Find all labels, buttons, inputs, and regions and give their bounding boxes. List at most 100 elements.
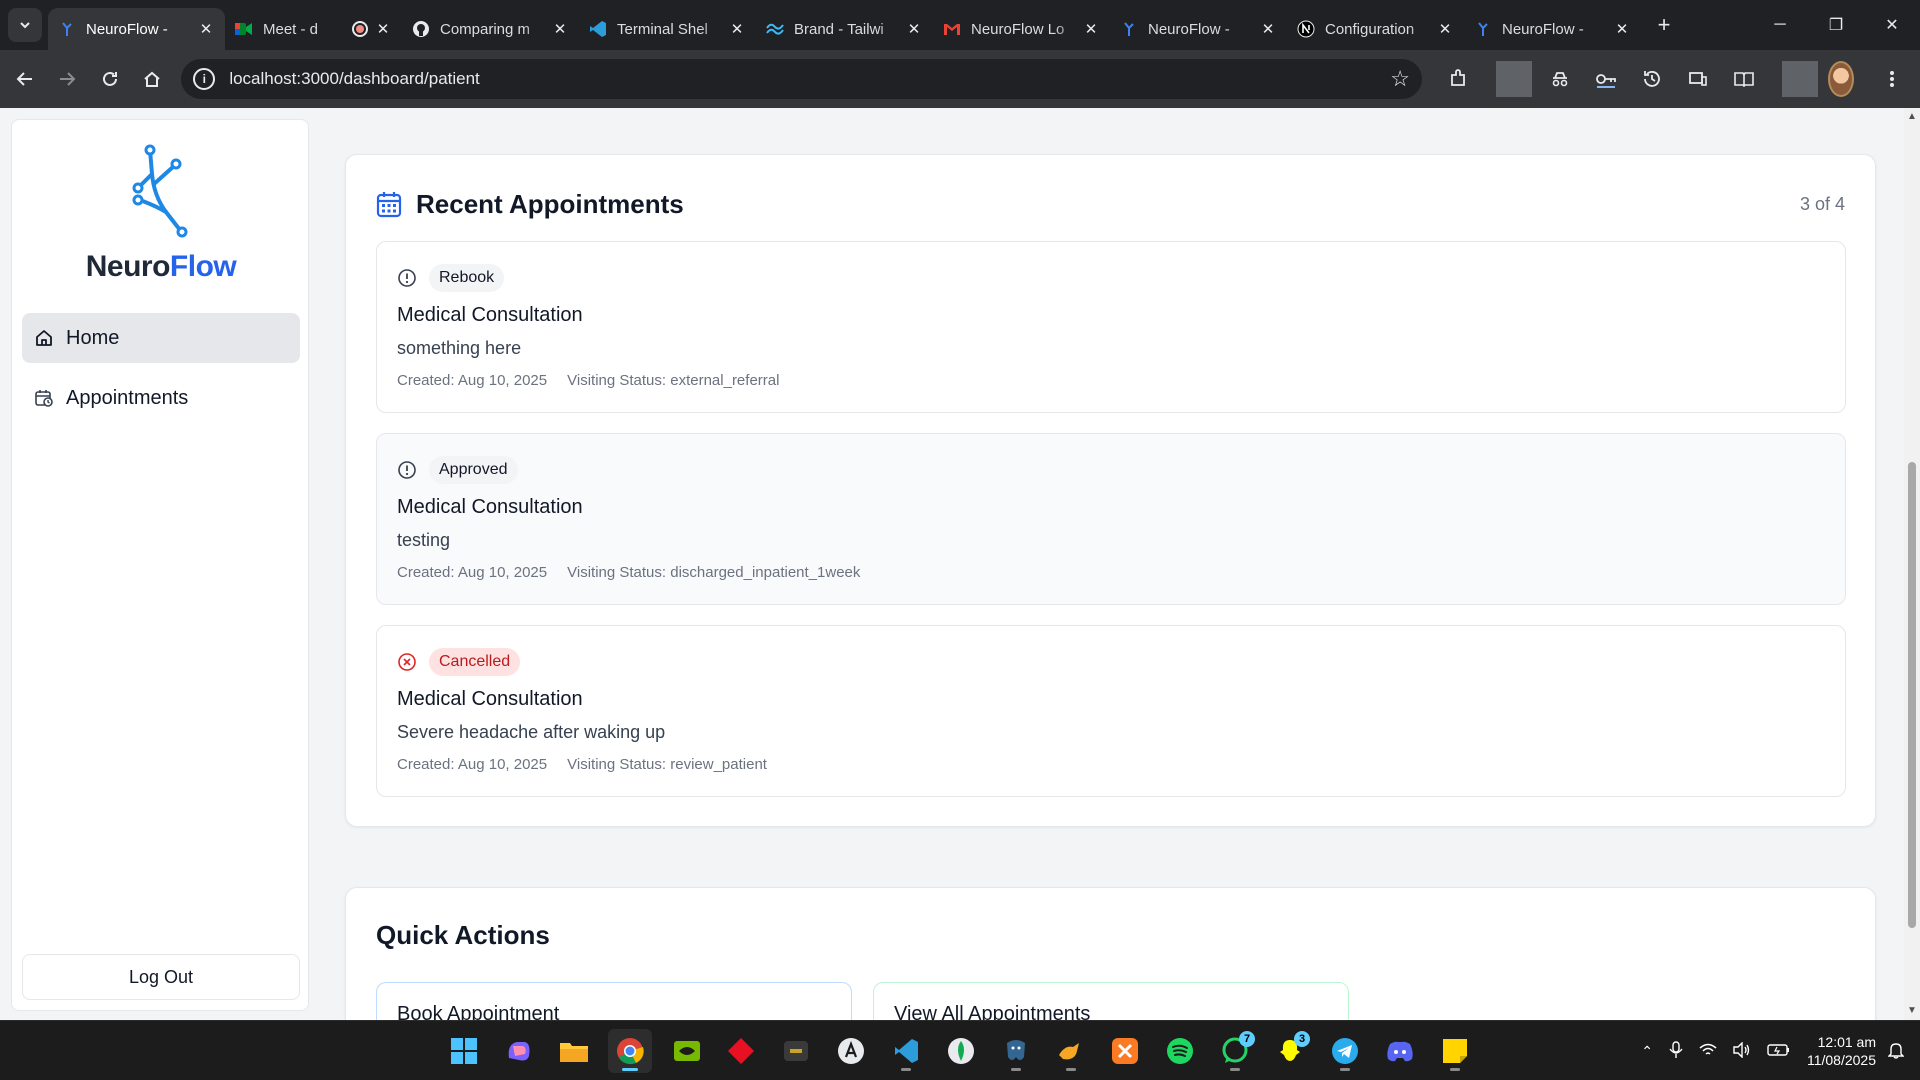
tailwind-icon (766, 20, 784, 38)
taskbar-chrome[interactable] (608, 1029, 652, 1073)
close-icon[interactable]: ✕ (1613, 20, 1631, 38)
history-icon[interactable] (1634, 61, 1670, 97)
tab-github[interactable]: Comparing m ✕ (402, 8, 579, 50)
system-tray: ⌃ 12:01 am 11/08/2025 (1641, 1021, 1920, 1080)
tab-search-button[interactable] (8, 8, 42, 42)
extensions-icon[interactable] (1440, 61, 1476, 97)
profile-avatar[interactable] (1828, 61, 1864, 97)
postgresql-icon (1007, 1040, 1025, 1060)
close-icon[interactable]: ✕ (905, 20, 923, 38)
brand-logo[interactable]: NeuroFlow (12, 144, 310, 284)
sidebar-item-label: Home (66, 326, 120, 349)
restore-button[interactable]: ❐ (1808, 0, 1864, 50)
address-bar[interactable]: i localhost:3000/dashboard/patient ☆ (181, 59, 1422, 99)
taskbar-sticky-notes[interactable] (1433, 1029, 1477, 1073)
running-indicator (1230, 1068, 1240, 1071)
tab-tailwind[interactable]: Brand - Tailwi ✕ (756, 8, 933, 50)
book-appointment-button[interactable]: Book Appointment (376, 982, 852, 1020)
taskbar-game-app[interactable] (774, 1029, 818, 1073)
appointment-description: Severe headache after waking up (397, 722, 666, 742)
taskbar-app-red[interactable] (719, 1029, 763, 1073)
taskbar-whatsapp[interactable]: 7 (1213, 1029, 1257, 1073)
reload-button[interactable] (93, 61, 127, 97)
view-all-appointments-button[interactable]: View All Appointments (873, 982, 1349, 1020)
status-row: Cancelled (397, 648, 521, 676)
windows-logo-icon (451, 1038, 477, 1064)
close-icon[interactable]: ✕ (1436, 20, 1454, 38)
taskbar-duck-app[interactable] (1049, 1029, 1093, 1073)
clock-date: 11/08/2025 (1806, 1052, 1876, 1068)
tab-nextjs[interactable]: Configuration ✕ (1287, 8, 1464, 50)
start-button[interactable] (442, 1029, 486, 1073)
sidebar-item-appointments[interactable]: Appointments (22, 373, 300, 423)
home-icon (144, 71, 160, 87)
tab-meet[interactable]: Meet - d ✕ (225, 8, 402, 50)
battery-icon[interactable] (1767, 1043, 1791, 1060)
volume-icon[interactable] (1733, 1040, 1751, 1061)
taskbar-telegram[interactable] (1323, 1029, 1367, 1073)
close-icon[interactable]: ✕ (197, 20, 215, 38)
nvidia-icon (674, 1041, 700, 1061)
home-button[interactable] (135, 61, 169, 97)
tab-neuroflow-active[interactable]: NeuroFlow - ✕ (48, 8, 225, 50)
tab-neuroflow-2[interactable]: NeuroFlow - ✕ (1110, 8, 1287, 50)
chevron-up-icon[interactable]: ⌃ (1641, 1043, 1653, 1060)
incognito-icon[interactable] (1542, 61, 1578, 97)
tab-title: NeuroFlow - (1148, 20, 1230, 38)
info-icon[interactable]: i (193, 68, 216, 90)
tab-gmail[interactable]: NeuroFlow Lo ✕ (933, 8, 1110, 50)
gamepad-icon (784, 1041, 808, 1061)
password-key-icon[interactable] (1588, 61, 1624, 97)
logout-button[interactable]: Log Out (22, 954, 300, 1000)
recording-icon (352, 21, 368, 37)
reading-mode-icon[interactable] (1726, 61, 1762, 97)
brand-name: NeuroFlow (12, 250, 310, 284)
new-tab-button[interactable]: + (1647, 8, 1681, 42)
taskbar-app-store[interactable] (829, 1029, 873, 1073)
close-window-button[interactable]: ✕ (1864, 0, 1920, 50)
microphone-icon[interactable] (1669, 1040, 1683, 1062)
scrollbar-thumb[interactable] (1908, 462, 1916, 928)
taskbar-mongodb[interactable] (939, 1029, 983, 1073)
scroll-down-icon[interactable]: ▼ (1907, 1006, 1917, 1016)
appointment-description: something here (397, 338, 522, 358)
tab-title: Configuration (1325, 20, 1415, 38)
alert-circle-icon (398, 269, 416, 287)
taskbar-nvidia[interactable] (665, 1029, 709, 1073)
forward-button[interactable] (50, 61, 84, 97)
close-icon[interactable]: ✕ (374, 20, 392, 38)
taskbar-copilot[interactable] (497, 1029, 541, 1073)
url-text[interactable]: localhost:3000/dashboard/patient (229, 69, 1390, 89)
sidebar-item-home[interactable]: Home (22, 313, 300, 363)
appointment-item[interactable]: Rebook Medical Consultation something he… (376, 241, 1846, 413)
tab-neuroflow-3[interactable]: NeuroFlow - ✕ (1464, 8, 1641, 50)
taskbar-postgresql[interactable] (994, 1029, 1038, 1073)
taskbar-file-explorer[interactable] (552, 1029, 596, 1073)
back-button[interactable] (8, 61, 42, 97)
taskbar-clock[interactable]: 12:01 am 11/08/2025 (1807, 1033, 1876, 1069)
wifi-icon[interactable] (1699, 1043, 1717, 1060)
status-badge: Approved (429, 456, 518, 484)
close-icon[interactable]: ✕ (1082, 20, 1100, 38)
taskbar-vscode[interactable] (884, 1029, 928, 1073)
page-viewport: NeuroFlow Home Appointments Log Out Rece… (0, 108, 1904, 1020)
scroll-up-icon[interactable]: ▲ (1907, 112, 1917, 122)
taskbar-snapchat[interactable]: 3 (1268, 1029, 1312, 1073)
close-icon[interactable]: ✕ (1259, 20, 1277, 38)
appointment-item[interactable]: Approved Medical Consultation testing Cr… (376, 433, 1846, 605)
appointment-item[interactable]: Cancelled Medical Consultation Severe he… (376, 625, 1846, 797)
close-icon[interactable]: ✕ (551, 20, 569, 38)
app-store-icon (838, 1038, 864, 1064)
minimize-button[interactable]: ─ (1752, 0, 1808, 50)
devices-icon[interactable] (1680, 61, 1716, 97)
close-icon[interactable]: ✕ (728, 20, 746, 38)
tab-vscode[interactable]: Terminal Shel ✕ (579, 8, 756, 50)
bookmark-star-icon[interactable]: ☆ (1390, 66, 1410, 92)
page-scrollbar[interactable]: ▲ ▼ (1904, 108, 1920, 1020)
browser-tab-strip: NeuroFlow - ✕ Meet - d ✕ Comparing m ✕ T… (0, 0, 1920, 50)
taskbar-spotify[interactable] (1158, 1029, 1202, 1073)
taskbar-discord[interactable] (1378, 1029, 1422, 1073)
notification-bell-icon[interactable] (1887, 1041, 1905, 1062)
more-menu-icon[interactable] (1874, 61, 1910, 97)
taskbar-xampp[interactable] (1103, 1029, 1147, 1073)
